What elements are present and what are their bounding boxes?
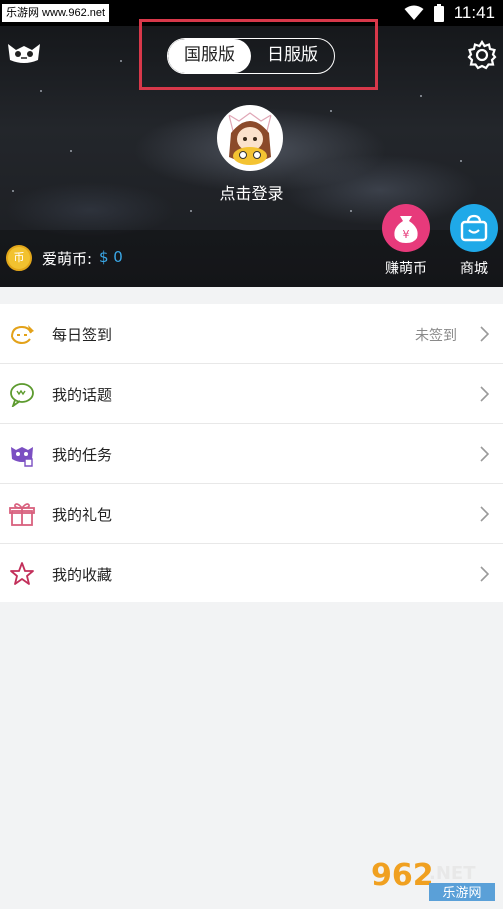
menu-item-favorites[interactable]: 我的收藏 [0,544,503,602]
watermark-tagline: 乐游网 [442,886,481,901]
shopping-bag-icon [460,214,488,242]
battery-icon [433,4,444,22]
gift-icon [9,503,35,526]
clock: 11:41 [453,3,495,22]
coin-icon: 币 [6,245,32,271]
watermark-suffix: .NET [429,863,476,884]
chevron-right-icon [480,386,489,402]
menu-item-tasks[interactable]: 我的任务 [0,424,503,484]
chevron-right-icon [480,446,489,462]
money-bag-icon: ¥ [394,216,418,243]
avatar-character-icon [219,107,281,169]
watermark-text: 乐游网 www.962.net [2,4,110,22]
menu-label: 我的任务 [52,446,113,464]
menu-label: 每日签到 [52,326,113,344]
menu-item-checkin[interactable]: 每日签到 未签到 [0,304,503,364]
menu-list: 每日签到 未签到 我的话题 我的任务 我的礼包 我的收藏 [0,304,503,602]
watermark-brand: 962 [371,858,434,893]
checkin-icon [11,325,34,345]
menu-label: 我的礼包 [52,506,113,524]
menu-item-gifts[interactable]: 我的礼包 [0,484,503,544]
coin-balance: $ 0 [99,248,123,266]
menu-label: 我的收藏 [52,566,113,584]
menu-label: 我的话题 [52,386,113,404]
earn-coins-label[interactable]: 赚萌币 [376,258,436,278]
shop-button[interactable] [450,204,498,252]
checkin-status: 未签到 [415,328,457,344]
money-bag-glyph: ¥ [403,228,410,241]
shop-label[interactable]: 商城 [444,258,503,278]
avatar[interactable] [217,105,283,171]
watermark-logo: 962 .NET 乐游网 [371,858,495,901]
profile-header: 乐游网 www.962.net 11:41 国服版 日服版 点击登录 币 爱萌币… [0,0,503,287]
task-cat-icon [11,447,33,467]
coin-label: 爱萌币: [42,250,93,268]
chat-bubble-icon [10,383,34,407]
toggle-option-cn[interactable]: 国服版 [168,39,251,73]
wifi-icon [404,5,424,20]
chevron-right-icon [480,326,489,342]
chevron-right-icon [480,506,489,522]
toggle-option-jp[interactable]: 日服版 [251,39,334,73]
menu-item-topics[interactable]: 我的话题 [0,364,503,424]
server-version-toggle[interactable]: 国服版 日服版 [167,38,335,74]
settings-gear-icon[interactable] [467,40,497,70]
mascot-menu-icon[interactable] [6,40,42,66]
star-icon [10,562,34,585]
chevron-right-icon [480,566,489,582]
earn-coins-button[interactable]: ¥ [382,204,430,252]
login-prompt[interactable]: 点击登录 [0,180,503,204]
